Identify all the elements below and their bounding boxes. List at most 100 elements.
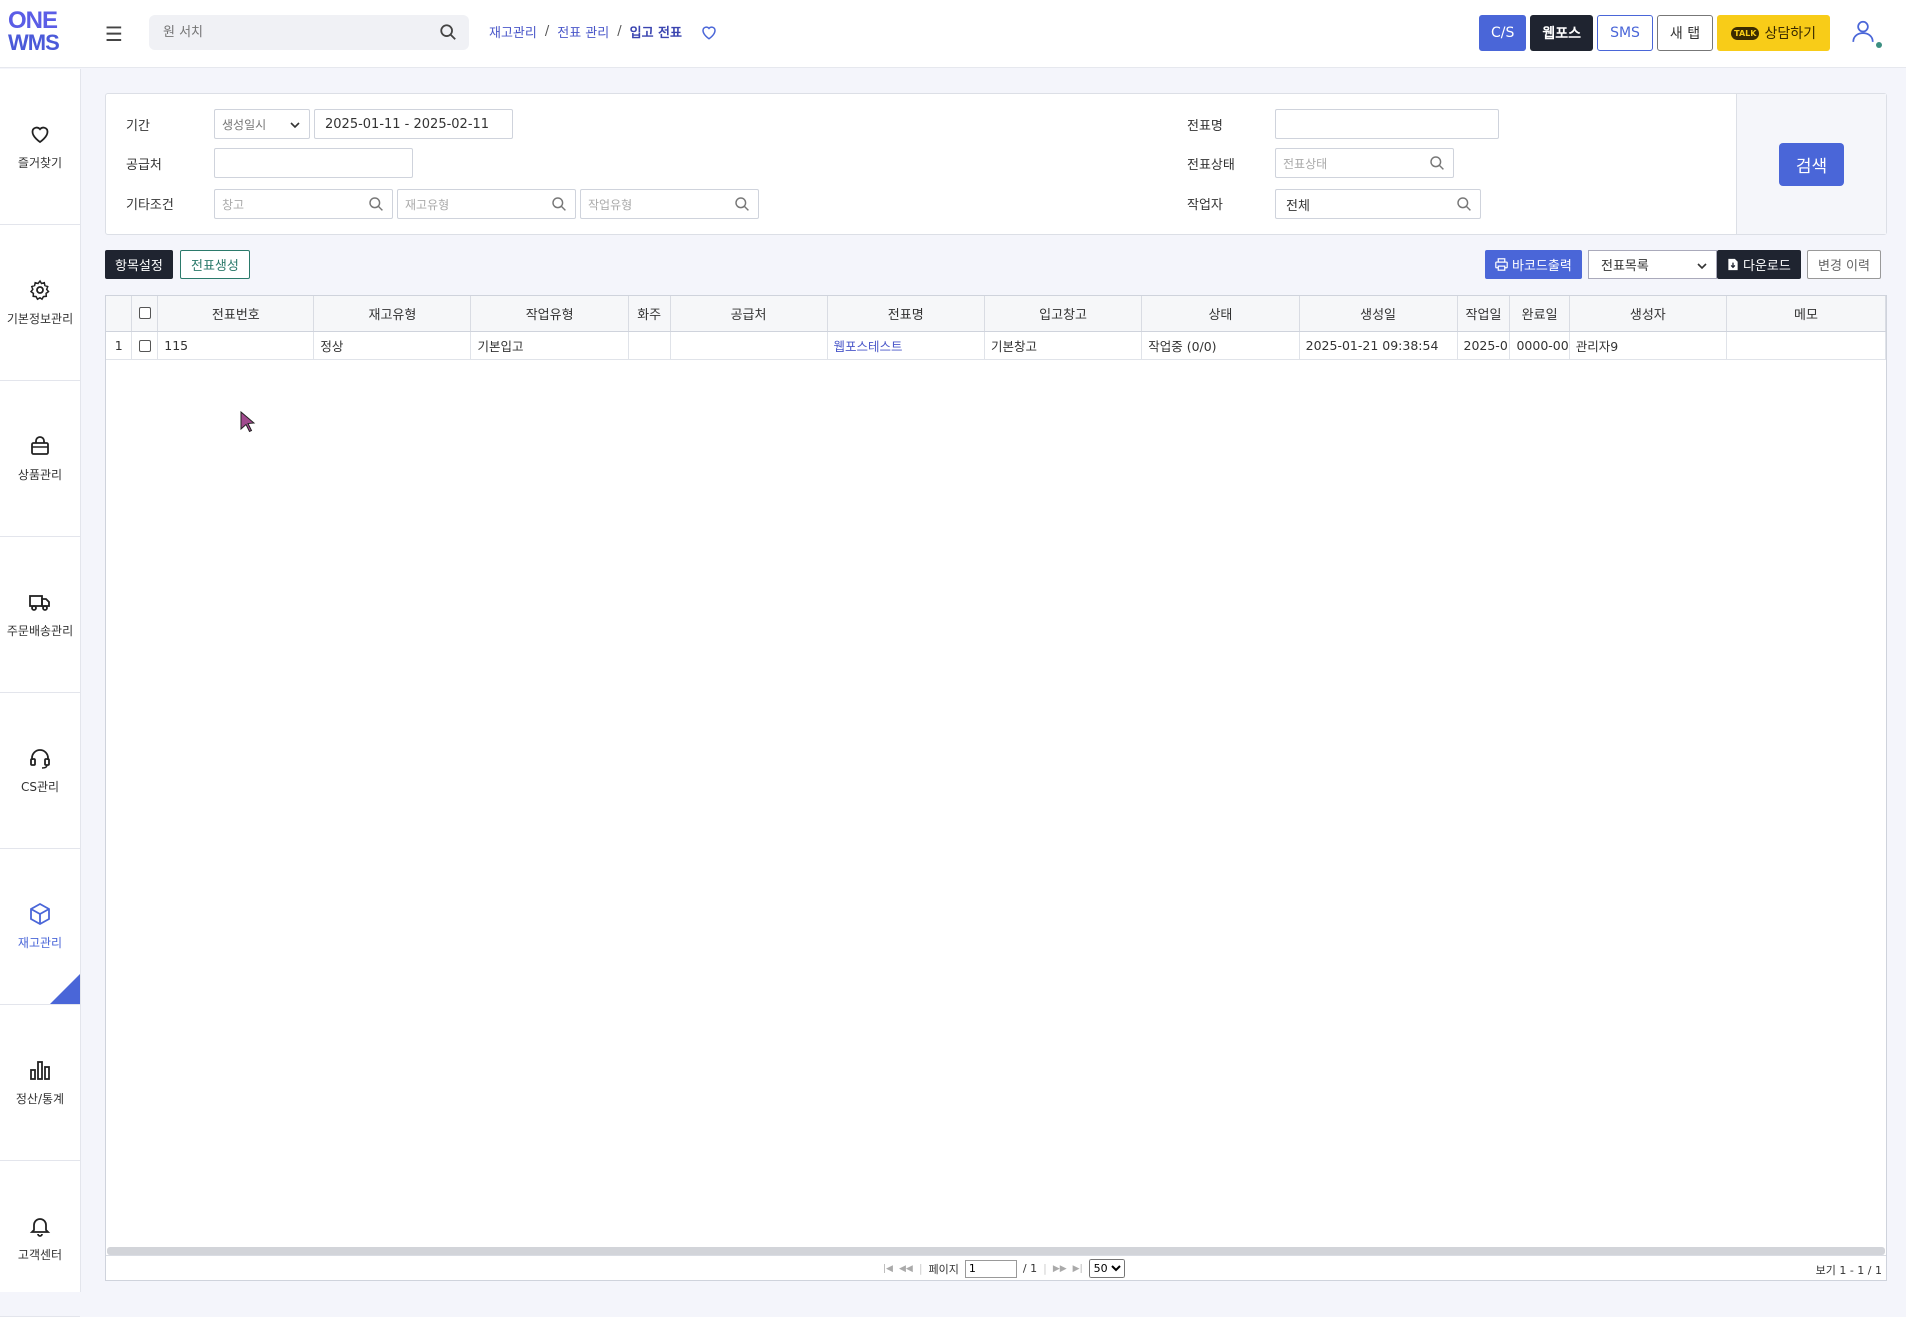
horizontal-scrollbar[interactable]	[107, 1247, 1885, 1255]
cs-button[interactable]: C/S	[1479, 15, 1527, 51]
top-header: ONE WMS ☰ 재고관리 / 전표 관리 / 입고 전표 C/S 웹포스 S…	[0, 0, 1906, 68]
warehouse-input[interactable]: 창고	[214, 189, 393, 219]
worker-input[interactable]: 전체	[1275, 189, 1481, 219]
col-header[interactable]: 재고유형	[313, 296, 472, 332]
col-header[interactable]: 완료일	[1509, 296, 1570, 332]
slip-name-label: 전표명	[1187, 119, 1223, 134]
slip-status-input[interactable]: 전표상태	[1275, 148, 1454, 178]
cell-work-type: 기본입고	[470, 331, 629, 360]
slip-name-link[interactable]: 웹포스테스트	[834, 339, 903, 354]
col-header[interactable]: 생성일	[1299, 296, 1458, 332]
change-history-button[interactable]: 변경 이력	[1807, 250, 1881, 279]
cell-supplier	[670, 331, 828, 360]
search-button[interactable]: 검색	[1779, 143, 1844, 186]
slip-table: 전표번호 재고유형 작업유형 화주 공급처 전표명 입고창고 상태 생성일 작업…	[106, 296, 1887, 360]
col-header[interactable]: 화주	[628, 296, 671, 332]
period-range-input[interactable]: 2025-01-11 - 2025-02-11	[314, 109, 513, 139]
create-slip-button[interactable]: 전표생성	[180, 250, 250, 279]
barcode-print-button[interactable]: 바코드출력	[1485, 250, 1582, 279]
sidebar-item-products[interactable]: 상품관리	[0, 381, 80, 537]
cell-created: 2025-01-21 09:38:54	[1299, 331, 1458, 360]
box-icon	[30, 902, 50, 926]
mouse-cursor-icon	[240, 411, 256, 433]
sidebar-item-statistics[interactable]: 정산/통계	[0, 1005, 80, 1161]
col-header[interactable]: 메모	[1726, 296, 1887, 332]
col-header[interactable]: 생성자	[1569, 296, 1727, 332]
heart-icon	[31, 126, 49, 144]
col-select-all[interactable]	[131, 296, 159, 332]
bar-chart-icon	[30, 1061, 50, 1080]
cell-slip-name: 웹포스테스트	[827, 331, 985, 360]
download-button[interactable]: 다운로드	[1717, 250, 1801, 279]
user-avatar-icon[interactable]	[1850, 18, 1876, 44]
slip-name-input[interactable]	[1275, 109, 1499, 139]
webfos-button[interactable]: 웹포스	[1530, 15, 1594, 51]
col-header[interactable]: 입고창고	[984, 296, 1143, 332]
last-page-icon[interactable]: ▶|	[1073, 1264, 1083, 1274]
col-header[interactable]: 공급처	[670, 296, 828, 332]
search-icon[interactable]	[1456, 196, 1472, 212]
favorite-heart-icon[interactable]	[700, 23, 718, 41]
search-icon[interactable]	[368, 196, 384, 212]
etc-condition-label: 기타조건	[126, 198, 174, 213]
new-tab-button[interactable]: 새 탭	[1656, 15, 1714, 51]
period-label: 기간	[126, 119, 150, 134]
row-select[interactable]	[131, 331, 159, 360]
kakao-talk-button[interactable]: TALK 상담하기	[1717, 15, 1830, 51]
page-input[interactable]	[964, 1259, 1017, 1278]
sidebar-item-support[interactable]: 고객센터	[0, 1161, 80, 1317]
search-icon[interactable]	[551, 196, 567, 212]
col-header[interactable]: 작업일	[1457, 296, 1511, 332]
supplier-input[interactable]	[214, 148, 413, 178]
col-header[interactable]: 전표번호	[157, 296, 315, 332]
sidebar-item-favorites[interactable]: 즐거찾기	[0, 69, 80, 225]
row-checkbox[interactable]	[138, 340, 151, 352]
breadcrumb-item-slip-mgmt[interactable]: 전표 관리	[557, 22, 609, 41]
column-settings-button[interactable]: 항목설정	[105, 250, 173, 279]
table-header-row: 전표번호 재고유형 작업유형 화주 공급처 전표명 입고창고 상태 생성일 작업…	[106, 296, 1887, 332]
breadcrumb-item-inventory[interactable]: 재고관리	[489, 22, 537, 41]
cell-creator: 관리자9	[1569, 331, 1727, 360]
active-indicator	[50, 974, 80, 1004]
kakao-talk-icon: TALK	[1731, 26, 1760, 40]
slip-grid: 전표번호 재고유형 작업유형 화주 공급처 전표명 입고창고 상태 생성일 작업…	[105, 295, 1887, 1281]
global-search-input[interactable]	[149, 15, 429, 50]
menu-toggle-icon[interactable]: ☰	[105, 22, 123, 46]
select-all-checkbox[interactable]	[138, 307, 151, 320]
search-button-area: 검색	[1736, 94, 1886, 234]
sidebar-item-inventory[interactable]: 재고관리	[0, 849, 80, 1005]
col-header[interactable]: 상태	[1141, 296, 1300, 332]
page-size-select[interactable]: 50	[1088, 1259, 1125, 1278]
prev-page-icon[interactable]: ◀◀	[899, 1264, 913, 1274]
pager: |◀ ◀◀ | 페이지 / 1 | ▶▶ ▶| 50 보기 1 - 1 / 1	[106, 1255, 1886, 1280]
cell-slip-no: 115	[157, 331, 315, 360]
headset-icon	[30, 749, 50, 769]
sidebar-item-orders[interactable]: 주문배송관리	[0, 537, 80, 693]
global-search	[149, 15, 469, 50]
chevron-down-icon	[290, 122, 300, 129]
cell-warehouse: 기본창고	[984, 331, 1143, 360]
stock-type-input[interactable]: 재고유형	[397, 189, 576, 219]
next-page-icon[interactable]: ▶▶	[1053, 1264, 1067, 1274]
search-icon[interactable]	[439, 23, 457, 41]
bell-icon	[29, 1218, 51, 1237]
sms-button[interactable]: SMS	[1597, 15, 1653, 51]
sidebar-item-basic-info[interactable]: 기본정보관리	[0, 225, 80, 381]
first-page-icon[interactable]: |◀	[883, 1264, 893, 1274]
sidebar-item-cs[interactable]: CS관리	[0, 693, 80, 849]
chevron-down-icon	[1697, 263, 1707, 270]
slip-list-select[interactable]: 전표목록	[1588, 250, 1717, 279]
table-row[interactable]: 1 115 정상 기본입고 웹포스테스트 기본창고 작업중 (0/0) 2025…	[106, 331, 1887, 360]
cell-completed: 0000-00	[1509, 331, 1570, 360]
onewms-logo[interactable]: ONE WMS	[8, 9, 68, 58]
col-header[interactable]: 전표명	[827, 296, 985, 332]
cell-status: 작업중 (0/0)	[1141, 331, 1300, 360]
col-header[interactable]: 작업유형	[470, 296, 629, 332]
search-icon[interactable]	[734, 196, 750, 212]
work-type-input[interactable]: 작업유형	[580, 189, 759, 219]
search-icon[interactable]	[1429, 155, 1445, 171]
row-index: 1	[106, 331, 133, 360]
period-type-select[interactable]: 생성일시	[214, 109, 310, 139]
file-download-icon	[1728, 258, 1738, 271]
printer-icon	[1495, 258, 1508, 271]
